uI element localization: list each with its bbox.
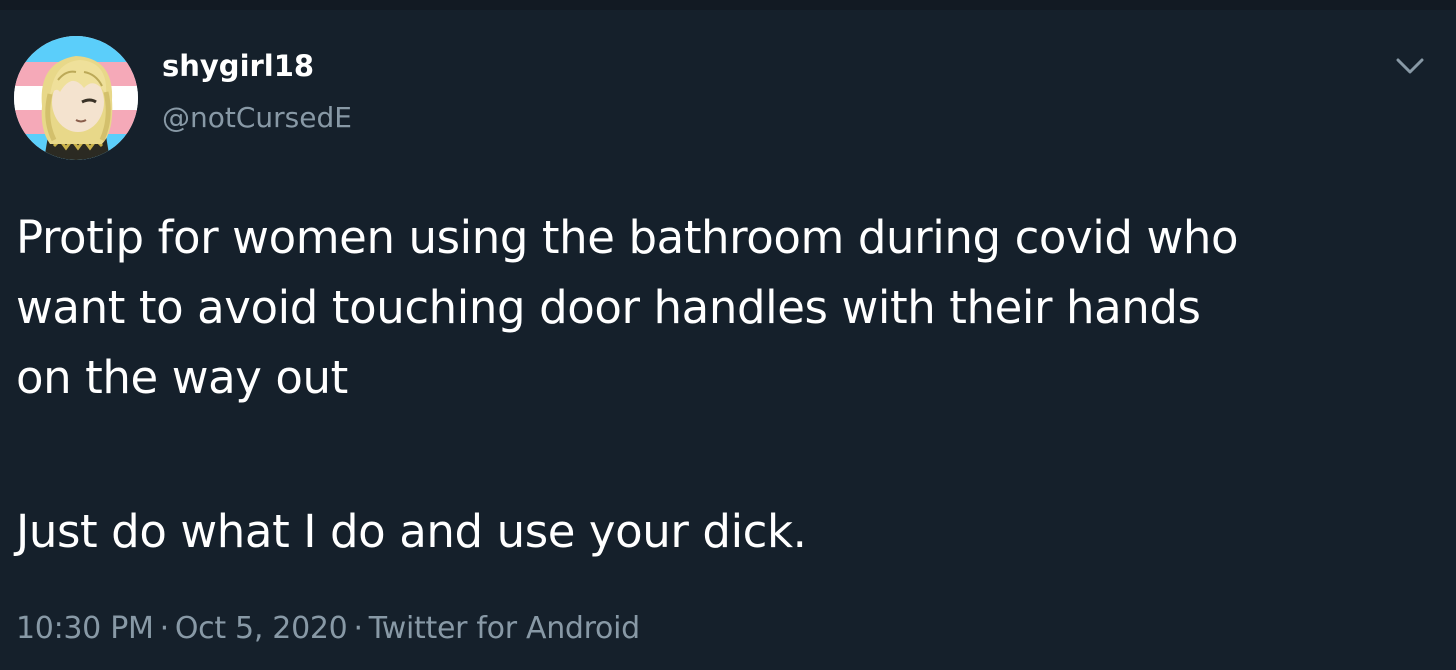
tweet-time[interactable]: 10:30 PM xyxy=(16,611,154,646)
meta-separator: · xyxy=(159,611,170,646)
tweet-metadata: 10:30 PM · Oct 5, 2020 · Twitter for Android xyxy=(16,614,640,644)
tweet-text-line: Protip for women using the bathroom duri… xyxy=(16,211,1239,264)
tweet-text-line: want to avoid touching door handles with… xyxy=(16,281,1201,334)
top-divider xyxy=(0,0,1456,10)
chevron-down-icon[interactable] xyxy=(1392,52,1428,80)
tweet-text: Protip for women using the bathroom duri… xyxy=(16,203,1446,567)
tweet-text-line: Just do what I do and use your dick. xyxy=(16,505,807,558)
avatar-image xyxy=(14,36,138,160)
meta-separator: · xyxy=(353,611,363,646)
tweet-card: shygirl18 @notCursedE Protip for women u… xyxy=(0,0,1456,670)
display-name[interactable]: shygirl18 xyxy=(162,52,314,81)
tweet-date[interactable]: Oct 5, 2020 xyxy=(175,611,348,646)
user-handle[interactable]: @notCursedE xyxy=(162,104,352,132)
tweet-source[interactable]: Twitter for Android xyxy=(369,611,640,646)
avatar[interactable] xyxy=(14,36,138,160)
tweet-text-line: on the way out xyxy=(16,351,348,404)
